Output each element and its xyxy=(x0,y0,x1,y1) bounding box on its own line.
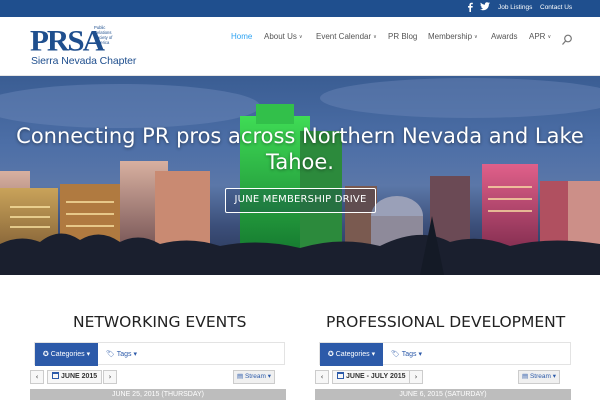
job-listings-link[interactable]: Job Listings xyxy=(498,4,532,11)
gear-icon: ✪ xyxy=(327,351,334,358)
chevron-down-icon: ▾ xyxy=(371,351,376,358)
june-membership-drive-button[interactable]: JUNE MEMBERSHIP DRIVE xyxy=(225,188,376,213)
chevron-right-icon: › xyxy=(108,373,112,381)
tags-dropdown-button[interactable]: 🏷︎ Tags ▾ xyxy=(106,343,137,366)
nav-apr[interactable]: APR ∨ xyxy=(529,32,551,41)
nav-about-us[interactable]: About Us ∨ xyxy=(264,32,303,41)
hero-banner: Connecting PR pros across Northern Nevad… xyxy=(0,76,600,275)
chevron-left-icon: ‹ xyxy=(35,373,39,381)
calendar-icon xyxy=(337,372,344,379)
logo-chapter-name: Sierra Nevada Chapter xyxy=(31,55,137,67)
view-mode-dropdown[interactable]: ▤ Stream ▾ xyxy=(233,370,275,384)
twitter-icon[interactable] xyxy=(480,2,490,14)
site-header: PRSA Public Relations Society of America… xyxy=(0,17,600,76)
logo-acronym: PRSA xyxy=(30,23,105,58)
categories-dropdown-button[interactable]: ✪ Categories ▾ xyxy=(35,343,98,366)
view-mode-dropdown[interactable]: ▤ Stream ▾ xyxy=(518,370,560,384)
professional-month-nav: ‹ JUNE - JULY 2015 › ▤ Stream ▾ xyxy=(315,370,571,384)
chevron-down-icon: ∨ xyxy=(298,34,303,40)
calendar-icon xyxy=(52,372,59,379)
tag-icon: 🏷︎ xyxy=(391,351,400,358)
prsa-logo[interactable]: PRSA Public Relations Society of America… xyxy=(30,23,180,70)
professional-development-title: PROFESSIONAL DEVELOPMENT xyxy=(326,313,566,331)
chevron-down-icon: ▾ xyxy=(418,351,422,358)
categories-dropdown-button[interactable]: ✪ Categories ▾ xyxy=(320,343,383,366)
chevron-left-icon: ‹ xyxy=(320,373,324,381)
chevron-down-icon: ▾ xyxy=(267,373,271,380)
networking-filter-bar: ✪ Categories ▾ 🏷︎ Tags ▾ xyxy=(34,342,285,366)
nav-awards[interactable]: Awards xyxy=(491,32,518,41)
search-icon[interactable] xyxy=(561,31,573,45)
nav-event-calendar[interactable]: Event Calendar ∨ xyxy=(316,32,377,41)
month-picker-button[interactable]: JUNE - JULY 2015 xyxy=(332,370,411,384)
chevron-right-icon: › xyxy=(414,373,418,381)
networking-events-title: NETWORKING EVENTS xyxy=(73,313,247,331)
chevron-down-icon: ▾ xyxy=(133,351,137,358)
next-month-button[interactable]: › xyxy=(103,370,117,384)
tag-icon: 🏷︎ xyxy=(106,351,115,358)
next-month-button[interactable]: › xyxy=(409,370,423,384)
prev-month-button[interactable]: ‹ xyxy=(30,370,44,384)
nav-pr-blog[interactable]: PR Blog xyxy=(388,32,417,41)
month-picker-button[interactable]: JUNE 2015 xyxy=(47,370,103,384)
contact-us-link[interactable]: Contact Us xyxy=(540,4,572,11)
nav-membership[interactable]: Membership ∨ xyxy=(428,32,478,41)
day-heading: JUNE 25, 2015 (THURSDAY) xyxy=(30,389,286,400)
list-icon: ▤ xyxy=(522,373,529,380)
chevron-down-icon: ∨ xyxy=(474,34,478,40)
nav-home[interactable]: Home xyxy=(231,32,252,41)
prev-month-button[interactable]: ‹ xyxy=(315,370,329,384)
logo-org-name: Public Relations Society of America xyxy=(94,25,113,45)
professional-filter-bar: ✪ Categories ▾ 🏷︎ Tags ▾ xyxy=(319,342,571,366)
chevron-down-icon: ∨ xyxy=(547,34,552,40)
hero-title: Connecting PR pros across Northern Nevad… xyxy=(16,124,584,174)
facebook-icon[interactable] xyxy=(466,2,474,15)
chevron-down-icon: ▾ xyxy=(86,351,91,358)
tags-dropdown-button[interactable]: 🏷︎ Tags ▾ xyxy=(391,343,422,366)
top-bar: Job Listings Contact Us xyxy=(0,0,600,17)
chevron-down-icon: ∨ xyxy=(373,34,377,40)
day-heading: JUNE 6, 2015 (SATURDAY) xyxy=(315,389,571,400)
gear-icon: ✪ xyxy=(42,351,49,358)
list-icon: ▤ xyxy=(237,373,244,380)
city-skyline-image xyxy=(0,78,600,275)
chevron-down-icon: ▾ xyxy=(552,373,556,380)
networking-month-nav: ‹ JUNE 2015 › ▤ Stream ▾ xyxy=(30,370,286,384)
